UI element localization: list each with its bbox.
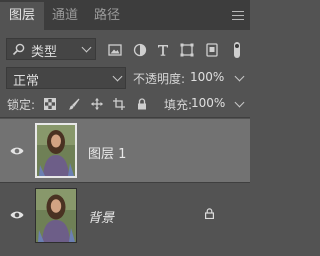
type-filter-icon[interactable] [156,43,170,57]
lock-all-icon[interactable] [136,98,148,110]
panel-tab-bar: 图层 通道 路径 [0,0,250,30]
search-icon [12,43,25,56]
opacity-label: 不透明度: [133,72,186,86]
fill-field[interactable]: 100% [191,96,225,110]
lock-artboard-icon[interactable] [113,98,125,110]
tab-layers[interactable]: 图层 [0,2,44,30]
portrait-thumbnail-image [37,125,75,176]
chevron-down-icon [112,71,123,82]
lock-position-icon[interactable] [91,98,103,110]
panel-menu-icon[interactable] [232,11,244,20]
blend-mode-value: 正常 [13,74,40,89]
filter-kind-label: 类型 [31,45,58,60]
fill-label: 填充: [164,98,193,112]
lock-label: 锁定: [7,98,36,112]
layer-thumbnail[interactable] [35,123,77,178]
adjustment-filter-icon[interactable] [133,43,147,57]
lock-image-pixels-icon[interactable] [68,98,80,110]
portrait-thumbnail-image [36,189,76,242]
lock-icon [205,208,214,219]
filter-kind-select[interactable]: 类型 [6,38,96,60]
eye-icon[interactable] [10,210,24,220]
shape-filter-icon[interactable] [180,43,194,57]
eye-icon[interactable] [10,146,24,156]
layer-row-background[interactable]: 背景 [0,183,250,246]
smart-object-filter-icon[interactable] [205,43,219,57]
tab-paths[interactable]: 路径 [90,2,124,30]
layers-panel: 图层 通道 路径 类型 正常 不透明度: 100% 锁定: 填充: 100% 图… [0,0,250,256]
lock-transparent-pixels-icon[interactable] [44,98,56,110]
blend-mode-select[interactable]: 正常 [6,67,126,89]
opacity-dropdown-icon[interactable] [234,71,245,82]
layer-name[interactable]: 背景 [88,207,114,226]
filter-toggle-icon[interactable] [230,41,244,59]
image-filter-icon[interactable] [108,43,122,57]
layer-thumbnail[interactable] [35,188,77,243]
layer-row-layer-1[interactable]: 图层 1 [0,119,250,182]
fill-dropdown-icon[interactable] [234,97,245,108]
layer-name[interactable]: 图层 1 [88,143,126,162]
tab-channels[interactable]: 通道 [48,2,82,30]
opacity-field[interactable]: 100% [190,70,224,84]
chevron-down-icon [81,42,92,53]
divider [0,117,250,118]
